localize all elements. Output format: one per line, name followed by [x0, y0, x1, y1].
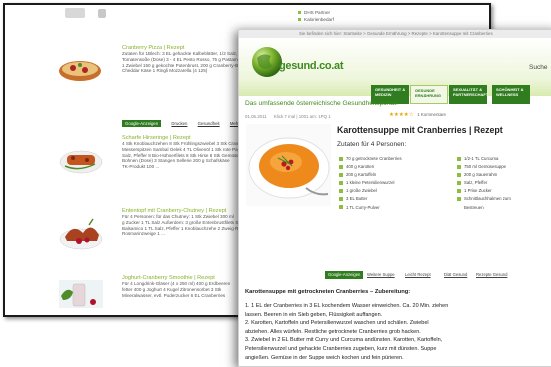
ingredient: 70 g getrocknete Cranberries	[339, 155, 402, 163]
ingredient: 200 g Sauerrahm	[457, 171, 511, 179]
ingredient: 750 ml Gemüsesuppe	[457, 163, 511, 171]
star-rating-icon: ★★★★☆	[389, 112, 414, 118]
back-tab-row: Google-Anzeigen Drucken Gesundheit Mehr …	[122, 120, 257, 127]
recipe-image[interactable]	[59, 280, 103, 308]
servings-label: Zutaten für 4 Personen:	[337, 141, 407, 148]
nav-tab-sexualitaet[interactable]: SEXUALITÄT & PARTNERSCHAFT	[449, 85, 488, 104]
recipe-image[interactable]	[58, 55, 102, 83]
rating[interactable]: ★★★★☆ 1 Kommentare	[389, 112, 446, 118]
bullet-icon	[457, 189, 461, 194]
meta-row: 01.05.2011 Klick 7 mal | 1001 am: 1PQ 1	[245, 114, 331, 119]
ingredient: 200 g Kartoffeln	[339, 171, 402, 179]
bullet-icon	[339, 181, 343, 186]
soup-image[interactable]	[246, 124, 331, 206]
ingredient: 1 TL Curry-Pulver	[339, 204, 402, 212]
ingredients-left: 70 g getrocknete Cranberries 400 g Karot…	[339, 155, 402, 212]
breadcrumb: Sie befinden sich hier: Startseite > Ges…	[239, 30, 551, 38]
comment-count[interactable]: 1 Kommentare	[417, 112, 446, 117]
content-tab[interactable]: Diät Gesund	[444, 271, 467, 279]
bullet-icon	[339, 173, 343, 178]
google-ads-tab[interactable]: Google-Anzeigen	[325, 271, 364, 279]
ingredient: Bestreuen	[464, 204, 484, 210]
google-ads-tab[interactable]: Google-Anzeigen	[122, 120, 162, 127]
ingredient: 3 EL Butter	[339, 195, 402, 203]
nav-tab-schoenheit[interactable]: SCHÖNHEIT & WELLNESS	[492, 85, 530, 104]
ingredient: 1 Prise Zucker	[457, 187, 511, 195]
top-thumbnail	[65, 8, 85, 18]
ingredient: Salz, Pfeffer	[457, 179, 511, 187]
method-line: Petersilienwurzel und gehackte Cranberri…	[245, 345, 437, 352]
method-text: 1. 1 EL der Cranberries in 3 EL kochende…	[245, 302, 551, 362]
publish-date: 01.05.2011	[245, 114, 267, 119]
method-title: Karottensuppe mit getrockneten Cranberri…	[245, 289, 411, 295]
bullet-icon	[457, 156, 461, 161]
bullet-icon	[339, 156, 343, 161]
back-tab[interactable]: Gesundheit	[198, 121, 220, 126]
method-line: abziehen. Alles würfeln. Restliche getro…	[245, 328, 421, 335]
top-thumbnail-2	[98, 9, 106, 18]
ingredient: 1 große Zwiebel	[339, 187, 402, 195]
ingredient: 400 g Karotten	[339, 163, 402, 171]
bullet-icon	[457, 197, 461, 202]
bullet-icon	[457, 181, 461, 186]
content-tab[interactable]: Leicht Rezept	[405, 271, 431, 279]
recipe-title: Karottensuppe mit Cranberries | Rezept	[337, 125, 503, 135]
bullet-icon	[339, 164, 343, 169]
ingredient: 1/2-1 TL Curcuma	[457, 155, 511, 163]
content-tab[interactable]: Rezepte Gesund	[476, 271, 507, 279]
nav-tab-ernaehrung[interactable]: GESUNDE ERNÄHRUNG	[410, 85, 448, 104]
recipe-image[interactable]	[59, 217, 103, 251]
recipe-image[interactable]	[59, 145, 103, 175]
bullet-icon	[457, 164, 461, 169]
bullet-icon	[339, 197, 343, 202]
logo-text[interactable]: gesund.co.at	[279, 60, 344, 72]
ingredient: Schnittlauchhalmen zum	[457, 195, 511, 203]
bullet-icon	[457, 173, 461, 178]
search-label[interactable]: Suche	[529, 64, 547, 71]
bullet-icon	[339, 189, 343, 194]
content-tab[interactable]: Weitere Suppe	[367, 271, 395, 279]
method-line: lassen. Beeren in ein Sieb geben, Flüssi…	[245, 311, 383, 318]
method-line: angießen. Gemüse in der Suppe weich koch…	[245, 354, 404, 361]
top-link-list: DHS Partner Kalorienbedarf	[298, 10, 334, 23]
method-line: 1. 1 EL der Cranberries in 3 EL kochende…	[245, 303, 449, 309]
tagline: Das umfassende österreichische Gesundhei…	[245, 100, 398, 107]
list-item[interactable]: DHS Partner	[298, 10, 334, 16]
back-tab[interactable]: Drucken	[171, 121, 187, 126]
bullet-icon	[339, 205, 343, 210]
method-line: 2. Karotten, Kartoffeln und Petersilienw…	[245, 320, 429, 327]
list-item[interactable]: Kalorienbedarf	[298, 17, 334, 23]
ingredient: 1 kleine Petersilienwurzel	[339, 179, 402, 187]
meta-info: Klick 7 mal | 1001 am: 1PQ 1	[273, 114, 331, 119]
method-line: 3. Zwiebel in 2 EL Butter mit Curry und …	[245, 337, 443, 344]
front-window: Sie befinden sich hier: Startseite > Ges…	[238, 29, 551, 367]
ingredients-right: 1/2-1 TL Curcuma 750 ml Gemüsesuppe 200 …	[457, 155, 511, 212]
